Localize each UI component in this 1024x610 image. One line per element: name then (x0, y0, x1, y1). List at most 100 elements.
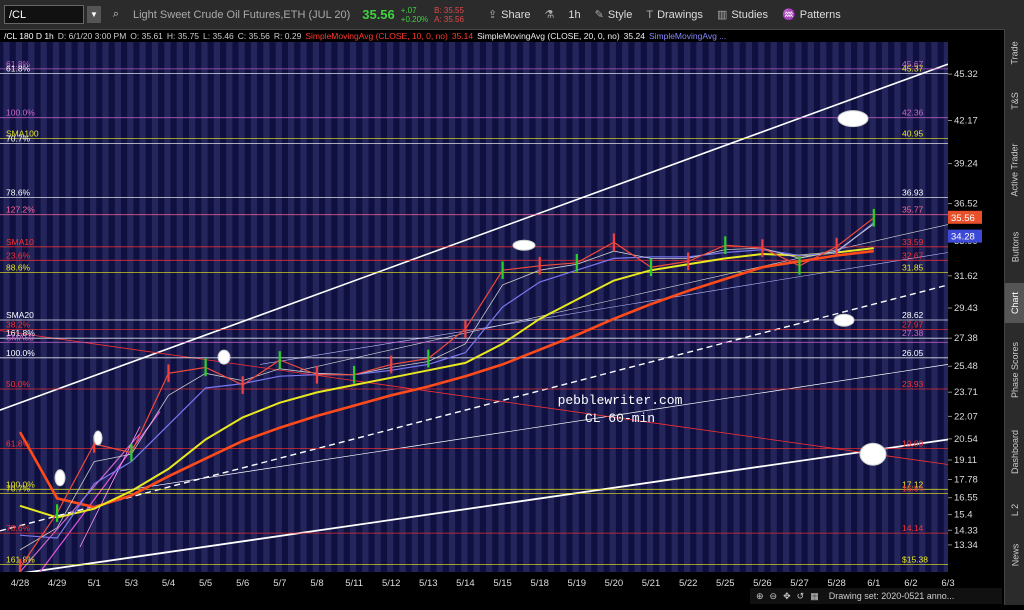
zoom-in-icon[interactable]: ⊕ (756, 591, 764, 602)
drawings-button[interactable]: T Drawings (646, 9, 703, 21)
fib-right-label: 35.77 (902, 205, 924, 215)
sidebar-tab-active-trader[interactable]: Active Trader (1005, 129, 1024, 211)
symbol-dropdown-icon[interactable]: ▼ (87, 6, 101, 23)
session-band (176, 42, 183, 572)
sidebar-tab-label: L 2 (1010, 503, 1020, 517)
studies-label: Studies (731, 8, 769, 21)
session-band (201, 42, 208, 572)
fib-left-label: 88.6% (6, 262, 31, 272)
session-band (684, 42, 691, 572)
zoom-out-icon[interactable]: ⊖ (770, 591, 778, 602)
date-tick-label: 5/12 (382, 578, 401, 589)
symbol-search-icon[interactable]: ⌕ (107, 6, 125, 24)
session-band (881, 42, 889, 572)
fib-right-label: 19.89 (902, 439, 924, 449)
fib-left-label: 78.6% (6, 523, 31, 533)
fib-right-label: 26.05 (902, 348, 924, 358)
style-button[interactable]: ✎ Style (594, 8, 633, 22)
drawings-icon: T (646, 8, 654, 21)
session-band (807, 42, 814, 572)
ask-value: A: 35.56 (434, 14, 464, 24)
session-band (708, 42, 715, 572)
session-band (510, 42, 517, 572)
fib-left-label: 23.6% (6, 250, 31, 260)
fib-left-label: 100.0% (6, 108, 35, 118)
session-band (325, 42, 332, 572)
header-close: C: 35.56 (237, 31, 270, 41)
sma-more-label: SimpleMovingAvg ... (648, 31, 727, 41)
header-open: O: 35.61 (130, 31, 163, 41)
sidebar-tab-buttons[interactable]: Buttons (1005, 219, 1024, 275)
style-label: Style (607, 8, 633, 21)
sidebar-tab-label: News (1010, 543, 1021, 567)
price-tick-label: 42.17 (954, 116, 978, 127)
header-range: R: 0.29 (273, 31, 302, 41)
layout-icon[interactable]: ▦ (810, 591, 819, 602)
session-band (424, 42, 431, 572)
fib-right-label: 31.85 (902, 262, 924, 272)
fib-left-label: 100.0% (6, 348, 35, 358)
session-band (213, 42, 220, 572)
header-date: D: 6/1/20 3:00 PM (57, 31, 127, 41)
price-tick-label: 13.34 (954, 540, 978, 551)
watermark-subtitle: CL 60-min (585, 411, 655, 426)
session-band (461, 42, 468, 572)
sidebar-tab-label: Trade (1010, 41, 1020, 65)
price-tick-label: 27.38 (954, 333, 978, 344)
session-band (795, 42, 802, 572)
fib-left-label: SMA10 (6, 237, 34, 247)
sidebar-tab-dashboard[interactable]: Dashboard (1005, 417, 1024, 487)
symbol-input[interactable]: /CL (4, 5, 84, 24)
sidebar-tab-t-s[interactable]: T&S (1005, 81, 1024, 121)
fib-right-label: 27.38 (902, 328, 924, 338)
header-high: H: 35.75 (166, 31, 200, 41)
session-band (387, 42, 394, 572)
timeframe-button[interactable]: 1h (568, 9, 580, 21)
session-band (696, 42, 703, 572)
watermark-site: pebblewriter.com (558, 393, 683, 408)
price-chart[interactable]: 61.8% 45.67 61.8% 45.37 100.0% 42.36 SMA100 40.… (0, 42, 1002, 605)
studies-button[interactable]: ▥ Studies (716, 8, 769, 22)
session-band (139, 42, 146, 572)
session-band (597, 42, 604, 572)
date-tick-label: 5/7 (273, 578, 286, 589)
price-change: +.07 +0.20% (401, 6, 428, 24)
session-band (114, 42, 121, 572)
sma10-label: SimpleMovingAvg (CLOSE, 10, 0, no) (305, 31, 448, 41)
session-band (411, 42, 418, 572)
fib-left-label: 70.7% (6, 483, 31, 493)
sidebar-tab-label: T&S (1009, 92, 1020, 110)
timeframe-label: 1h (568, 8, 581, 21)
pan-icon[interactable]: ✥ (783, 591, 791, 602)
sidebar-tab-label: Chart (1010, 291, 1021, 315)
date-tick-label: 4/28 (11, 578, 30, 589)
session-band (226, 42, 233, 572)
sidebar-tab-phase-scores[interactable]: Phase Scores (1005, 331, 1024, 409)
chart-svg[interactable]: 61.8% 45.6761.8% 45.37100.0% 42.36SMA100 40.… (0, 42, 1002, 605)
session-band (783, 42, 790, 572)
price-tick-label: 16.55 (954, 493, 978, 504)
patterns-button[interactable]: ♒ Patterns (782, 8, 841, 22)
date-tick-label: 5/22 (679, 578, 698, 589)
session-band (164, 42, 171, 572)
reset-icon[interactable]: ↺ (797, 591, 805, 602)
drawing-set[interactable]: Drawing set: 2020-0521 anno... (829, 591, 955, 601)
fib-right-label: 28.62 (902, 310, 924, 320)
flask-button[interactable]: ⚗ (545, 8, 555, 21)
share-button[interactable]: ⇪ Share (488, 8, 531, 22)
marker-ellipse (512, 239, 536, 251)
marker-ellipse (217, 349, 231, 365)
style-icon: ✎ (594, 9, 604, 21)
last-price: 35.56 (362, 7, 395, 22)
session-band (102, 42, 109, 572)
sidebar-tab-l-2[interactable]: L 2 (1005, 495, 1024, 525)
sidebar-tab-news[interactable]: News (1005, 533, 1024, 577)
session-band (263, 42, 270, 572)
change-percent: +0.20% (400, 14, 429, 24)
sidebar-tab-chart[interactable]: Chart (1005, 283, 1024, 323)
session-band (77, 42, 84, 572)
studies-icon: ▥ (716, 9, 728, 21)
session-band (250, 42, 258, 572)
sidebar-tab-trade[interactable]: Trade (1005, 33, 1024, 73)
flask-icon: ⚗ (544, 9, 555, 21)
